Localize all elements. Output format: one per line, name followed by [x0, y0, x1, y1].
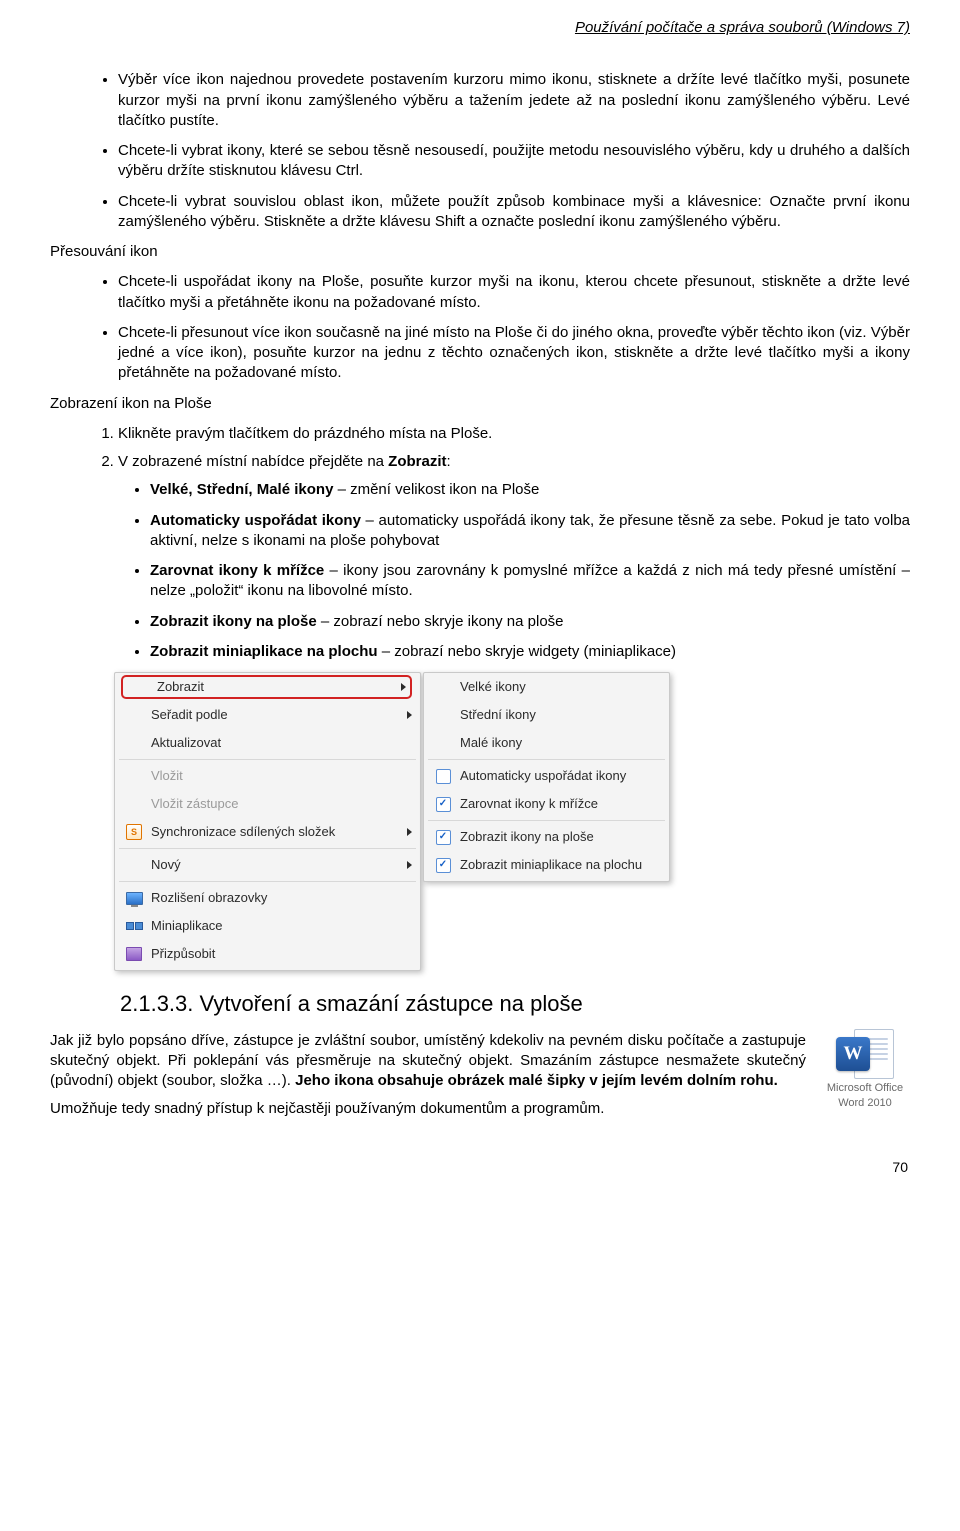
- context-submenu-zobrazit: Velké ikony Střední ikony Malé ikony Aut…: [423, 672, 670, 882]
- menu-item-vlozit[interactable]: Vložit: [115, 762, 420, 790]
- top-bullet-list: Výběr více ikon najednou provedete posta…: [50, 70, 910, 232]
- menu-separator: [428, 759, 665, 760]
- zobrazit-options-list: Velké, Střední, Malé ikony – změní velik…: [50, 480, 910, 662]
- menu-item-seradit[interactable]: Seřadit podle: [115, 701, 420, 729]
- submenu-item-velke-ikony[interactable]: Velké ikony: [424, 673, 669, 701]
- bullet-item: Chcete-li přesunout více ikon současně n…: [118, 323, 910, 384]
- bullet-item: Chcete-li vybrat souvislou oblast ikon, …: [118, 192, 910, 233]
- menu-item-prizpusobit[interactable]: Přizpůsobit: [115, 940, 420, 968]
- bullet-item: Chcete-li vybrat ikony, které se sebou t…: [118, 141, 910, 182]
- menu-item-novy[interactable]: Nový: [115, 851, 420, 879]
- submenu-arrow-icon: [407, 711, 412, 719]
- section-body: Jak již bylo popsáno dříve, zástupce je …: [50, 1031, 806, 1120]
- subheading-presouvani: Přesouvání ikon: [50, 242, 910, 262]
- menu-separator: [428, 820, 665, 821]
- submenu-item-auto-usporadat[interactable]: Automaticky uspořádat ikony: [424, 762, 669, 790]
- bullet-item: Zobrazit miniaplikace na plochu – zobraz…: [150, 642, 910, 662]
- submenu-item-stredni-ikony[interactable]: Střední ikony: [424, 701, 669, 729]
- bullet-item: Chcete-li uspořádat ikony na Ploše, posu…: [118, 272, 910, 313]
- gadgets-icon: [126, 922, 143, 930]
- context-menu-main: Zobrazit Seřadit podle Aktualizovat Vlož…: [114, 672, 421, 971]
- monitor-icon: [126, 892, 143, 905]
- document-header: Používání počítače a správa souborů (Win…: [50, 18, 910, 38]
- submenu-arrow-icon: [407, 828, 412, 836]
- submenu-item-zobrazit-ikony[interactable]: ✓ Zobrazit ikony na ploše: [424, 823, 669, 851]
- list-item: Klikněte pravým tlačítkem do prázdného m…: [118, 424, 910, 444]
- menu-separator: [119, 881, 416, 882]
- list-item: V zobrazené místní nabídce přejděte na Z…: [118, 452, 910, 472]
- word-label-line2: Word 2010: [838, 1096, 892, 1111]
- checkbox-icon: [436, 769, 451, 784]
- presouvani-list: Chcete-li uspořádat ikony na Ploše, posu…: [50, 272, 910, 383]
- word-shortcut-icon: W Microsoft Office Word 2010: [820, 1029, 910, 1111]
- submenu-arrow-icon: [401, 683, 406, 691]
- sync-icon: S: [126, 824, 142, 840]
- checkbox-icon: ✓: [436, 830, 451, 845]
- submenu-item-male-ikony[interactable]: Malé ikony: [424, 729, 669, 757]
- word-label-line1: Microsoft Office: [827, 1081, 903, 1096]
- bullet-item: Zobrazit ikony na ploše – zobrazí nebo s…: [150, 612, 910, 632]
- submenu-item-zarovnat[interactable]: ✓ Zarovnat ikony k mřížce: [424, 790, 669, 818]
- bullet-item: Výběr více ikon najednou provedete posta…: [118, 70, 910, 131]
- submenu-item-zobrazit-mini[interactable]: ✓ Zobrazit miniaplikace na plochu: [424, 851, 669, 879]
- word-w-icon: W: [836, 1037, 870, 1071]
- page-number: 70: [50, 1158, 910, 1177]
- subheading-zobrazeni: Zobrazení ikon na Ploše: [50, 394, 910, 414]
- menu-item-vlozit-zastupce[interactable]: Vložit zástupce: [115, 790, 420, 818]
- personalize-icon: [126, 947, 142, 961]
- highlight-rectangle: Zobrazit: [121, 675, 412, 699]
- menu-separator: [119, 848, 416, 849]
- menu-separator: [119, 759, 416, 760]
- menu-item-zobrazit[interactable]: Zobrazit: [115, 673, 420, 701]
- menu-item-sync[interactable]: S Synchronizace sdílených složek: [115, 818, 420, 846]
- submenu-arrow-icon: [407, 861, 412, 869]
- checkbox-icon: ✓: [436, 858, 451, 873]
- checkbox-icon: ✓: [436, 797, 451, 812]
- context-menu-figure: Zobrazit Seřadit podle Aktualizovat Vlož…: [114, 672, 910, 971]
- menu-item-rozliseni[interactable]: Rozlišení obrazovky: [115, 884, 420, 912]
- section-heading: 2.1.3.3. Vytvoření a smazání zástupce na…: [120, 989, 910, 1019]
- menu-item-aktualizovat[interactable]: Aktualizovat: [115, 729, 420, 757]
- menu-item-miniaplikace[interactable]: Miniaplikace: [115, 912, 420, 940]
- zobrazeni-ordered-list: Klikněte pravým tlačítkem do prázdného m…: [50, 424, 910, 473]
- bullet-item: Velké, Střední, Malé ikony – změní velik…: [150, 480, 910, 500]
- bullet-item: Zarovnat ikony k mřížce – ikony jsou zar…: [150, 561, 910, 602]
- bullet-item: Automaticky uspořádat ikony – automatick…: [150, 511, 910, 552]
